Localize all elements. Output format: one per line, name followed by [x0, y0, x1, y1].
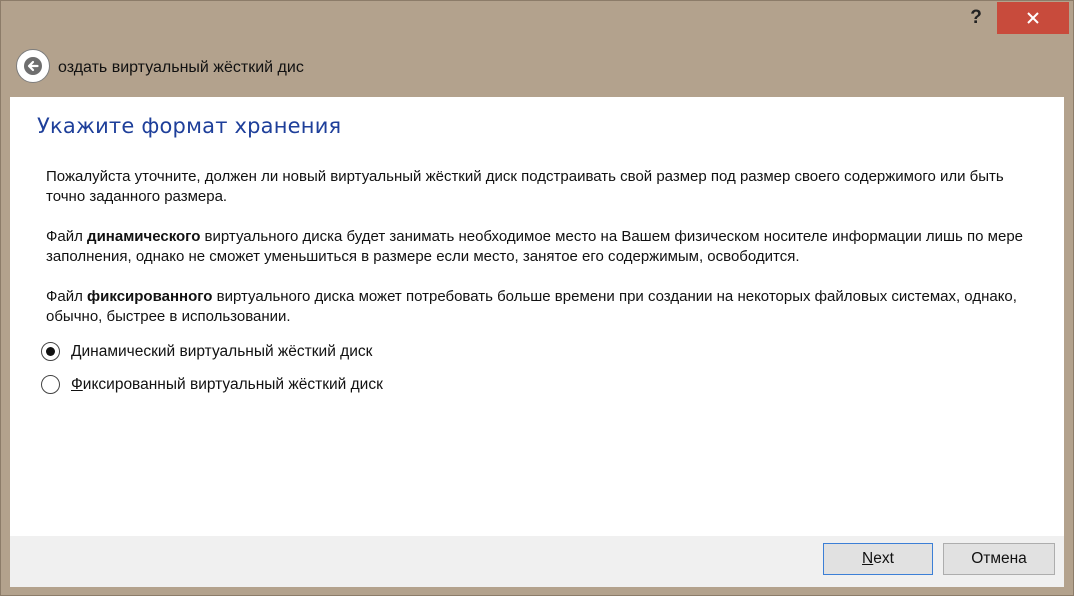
- fixed-bold: фиксированного: [87, 288, 213, 305]
- wizard-window: ? оздать виртуальный жёсткий дис Укажите…: [0, 0, 1074, 596]
- radio-fixed-label: Фиксированный виртуальный жёсткий диск: [71, 375, 383, 393]
- radio-selected-dot: [46, 347, 55, 356]
- wizard-title: оздать виртуальный жёсткий дис: [58, 59, 304, 76]
- close-button[interactable]: [997, 2, 1069, 34]
- next-label: Next: [862, 550, 894, 567]
- help-label: ?: [970, 7, 982, 28]
- page-title: Укажите формат хранения: [37, 114, 342, 138]
- back-button[interactable]: [16, 49, 50, 83]
- close-icon: [1027, 12, 1039, 24]
- arrow-left-icon: [24, 57, 42, 75]
- cancel-button[interactable]: Отмена: [943, 543, 1055, 575]
- fixed-prefix: Файл: [46, 288, 88, 305]
- radio-dynamic-label: Динамический виртуальный жёсткий диск: [71, 342, 373, 360]
- radio-dynamic-button[interactable]: [41, 342, 60, 361]
- footer: Next Отмена: [10, 536, 1064, 587]
- intro-text: Пожалуйста уточните, должен ли новый вир…: [46, 168, 1004, 205]
- radio-fixed[interactable]: Фиксированный виртуальный жёсткий диск: [41, 375, 383, 394]
- content-panel: Укажите формат хранения Пожалуйста уточн…: [10, 97, 1064, 536]
- next-button[interactable]: Next: [823, 543, 933, 575]
- dynamic-prefix: Файл: [46, 228, 88, 245]
- cancel-label: Отмена: [971, 550, 1027, 567]
- dynamic-description: Файл динамического виртуального диска бу…: [46, 227, 1046, 267]
- dynamic-bold: динамического: [87, 228, 201, 245]
- help-button[interactable]: ?: [959, 5, 993, 31]
- radio-dynamic[interactable]: Динамический виртуальный жёсткий диск: [41, 342, 372, 361]
- fixed-description: Файл фиксированного виртуального диска м…: [46, 287, 1046, 327]
- radio-fixed-button[interactable]: [41, 375, 60, 394]
